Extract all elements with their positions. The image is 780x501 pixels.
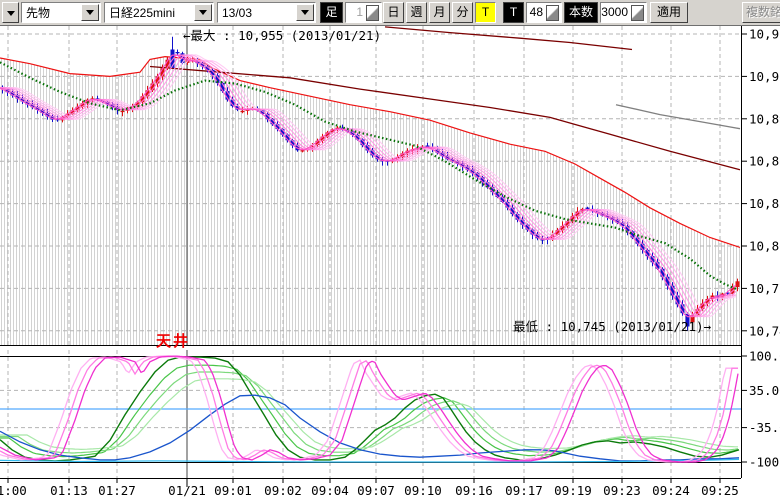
time-tick-label: 09:07 <box>357 483 395 498</box>
count-label: 本数 <box>564 2 598 23</box>
oscillator-tick-label: 35.00 <box>749 383 780 398</box>
spinner-icon[interactable] <box>366 5 379 21</box>
ceiling-label: 天井 <box>156 332 190 350</box>
instrument-select[interactable]: 日経225mini <box>104 2 214 23</box>
interval-input[interactable]: 1 <box>345 2 382 23</box>
chevron-down-icon[interactable] <box>81 4 99 21</box>
time-tick-label: 01/21 <box>168 483 206 498</box>
chevron-down-icon[interactable] <box>296 4 314 21</box>
contract-month-value: 13/03 <box>218 3 295 22</box>
period-week-button[interactable]: 週 <box>406 2 427 23</box>
instrument-type-value: 先物 <box>22 3 80 22</box>
time-tick-label: 01:00 <box>0 483 27 498</box>
oscillator-tick-label: -100.0 <box>749 455 780 470</box>
price-tick-label: 10,925 <box>749 69 780 84</box>
bar-label: 足 <box>320 2 343 23</box>
price-tick-label: 10,895 <box>749 111 780 126</box>
time-tick-label: 09:25 <box>701 483 739 498</box>
oscillator-tick-label: -35.00 <box>749 420 780 435</box>
oscillator-tick-label: 100.00 <box>749 349 780 364</box>
price-tick-label: 10,955 <box>749 27 780 42</box>
tick-label: T <box>503 2 524 23</box>
instrument-value: 日経225mini <box>105 3 193 22</box>
spinner-icon[interactable] <box>631 5 644 21</box>
chevron-down-icon[interactable] <box>194 4 212 21</box>
tick-count-input[interactable]: 48 <box>526 2 562 23</box>
period-day-button[interactable]: 日 <box>383 2 404 23</box>
chart-canvas[interactable]: 10,955 10,925 10,895 10,865 10,835 10,805 10,7… <box>0 0 780 501</box>
bar-count-input[interactable]: 3000 <box>600 2 647 23</box>
time-tick-label: 09:02 <box>264 483 302 498</box>
instrument-type-select[interactable]: 先物 <box>21 2 101 23</box>
time-tick-label: 09:19 <box>554 483 592 498</box>
apply-button[interactable]: 適用 <box>650 2 688 23</box>
time-tick-label: 09:17 <box>505 483 543 498</box>
max-price-annotation: ←最大 : 10,955 (2013/01/21) <box>183 28 381 43</box>
toolbar: 先物 日経225mini 13/03 足 1 日 週 月 分 T T 48 本数… <box>0 0 780 26</box>
chart-application-window: 先物 日経225mini 13/03 足 1 日 週 月 分 T T 48 本数… <box>0 0 780 501</box>
time-tick-label: 09:01 <box>214 483 252 498</box>
min-price-annotation: 最低 : 10,745 (2013/01/21)→ <box>513 319 712 334</box>
time-tick-label: 01:13 <box>50 483 88 498</box>
contract-month-select[interactable]: 13/03 <box>217 2 316 23</box>
price-tick-label: 10,775 <box>749 281 780 296</box>
price-tick-label: 10,835 <box>749 196 780 211</box>
time-tick-label: 09:10 <box>404 483 442 498</box>
time-tick-label: 09:24 <box>652 483 690 498</box>
bar-count-value: 3000 <box>601 3 630 22</box>
period-tick-button[interactable]: T <box>475 2 496 23</box>
price-tick-label: 10,745 <box>749 323 780 338</box>
corner-dropdown-button[interactable] <box>2 2 19 23</box>
tick-count-value: 48 <box>527 3 545 22</box>
time-tick-label: 09:16 <box>455 483 493 498</box>
time-tick-label: 09:23 <box>603 483 641 498</box>
time-tick-label: 09:04 <box>311 483 349 498</box>
time-tick-label: 01:27 <box>98 483 136 498</box>
spinner-icon[interactable] <box>546 5 559 21</box>
chevron-down-icon <box>7 11 15 16</box>
price-tick-label: 10,805 <box>749 238 780 253</box>
multi-symbol-button: 複数銘柄 <box>742 2 780 23</box>
interval-value: 1 <box>346 3 365 22</box>
price-tick-label: 10,865 <box>749 154 780 169</box>
period-minute-button[interactable]: 分 <box>452 2 473 23</box>
period-month-button[interactable]: 月 <box>429 2 450 23</box>
